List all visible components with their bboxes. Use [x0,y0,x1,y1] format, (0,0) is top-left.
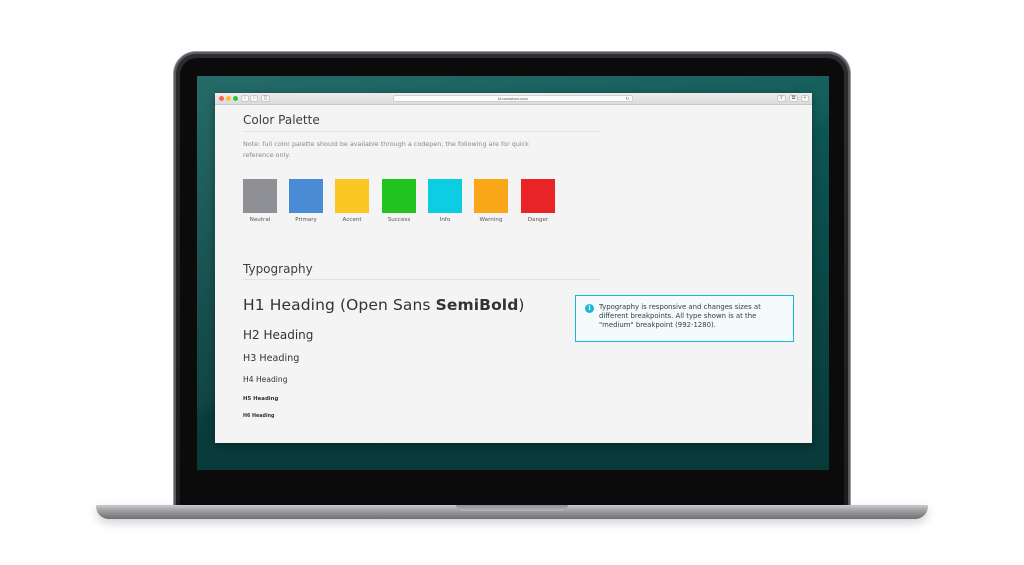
address-bar[interactable]: ki.nomotoro.com ↻ [393,95,633,102]
info-callout-text: Typography is responsive and changes siz… [599,303,761,330]
swatch-label-warning: Warning [479,217,503,223]
swatch-accent [335,179,369,213]
info-icon: i [585,304,594,313]
new-tab-button[interactable]: + [801,95,809,102]
swatch-danger [521,179,555,213]
color-palette-title: Color Palette [243,113,320,127]
swatch-label-info: Info [439,217,451,223]
reload-icon[interactable]: ↻ [626,96,629,101]
forward-button[interactable]: › [250,95,258,102]
swatch-label-neutral: Neutral [249,217,271,223]
palette-note: Note: full color palette should be avail… [243,140,529,159]
swatch-label-accent: Accent [342,217,362,223]
close-window-button[interactable] [219,96,224,101]
typography-divider [243,279,601,280]
swatch-label-danger: Danger [527,217,549,223]
swatch-label-primary: Primary [295,217,317,223]
info-callout: i Typography is responsive and changes s… [575,295,794,342]
page-content: Color Palette Note: full color palette s… [215,105,812,443]
share-icon[interactable]: ⇪ [777,95,786,102]
laptop-notch [456,505,568,511]
browser-toolbar: ‹ › ▯ ki.nomotoro.com ↻ ⇪ ⧉ + [215,93,812,105]
swatch-neutral [243,179,277,213]
swatch-primary [289,179,323,213]
minimize-window-button[interactable] [226,96,231,101]
h4-sample: H4 Heading [243,375,288,384]
swatch-success [382,179,416,213]
typography-title: Typography [243,262,313,276]
browser-window: ‹ › ▯ ki.nomotoro.com ↻ ⇪ ⧉ + Color Pale… [215,93,812,443]
h2-sample: H2 Heading [243,328,314,342]
h1-sample-suffix: ) [518,296,525,314]
h1-sample: H1 Heading (Open Sans SemiBold) [243,296,525,314]
sidebar-icon[interactable]: ▯ [261,95,270,102]
address-url: ki.nomotoro.com [498,96,528,101]
h6-sample: H6 Heading [243,414,275,419]
h1-sample-bold: SemiBold [435,296,519,314]
back-button[interactable]: ‹ [241,95,249,102]
maximize-window-button[interactable] [233,96,238,101]
swatch-label-success: Success [387,217,411,223]
swatch-info [428,179,462,213]
color-palette-divider [243,131,601,132]
swatch-warning [474,179,508,213]
h3-sample: H3 Heading [243,353,300,364]
h5-sample: H5 Heading [243,396,279,402]
h1-sample-text: H1 Heading (Open Sans [243,296,436,314]
tabs-icon[interactable]: ⧉ [789,95,798,102]
